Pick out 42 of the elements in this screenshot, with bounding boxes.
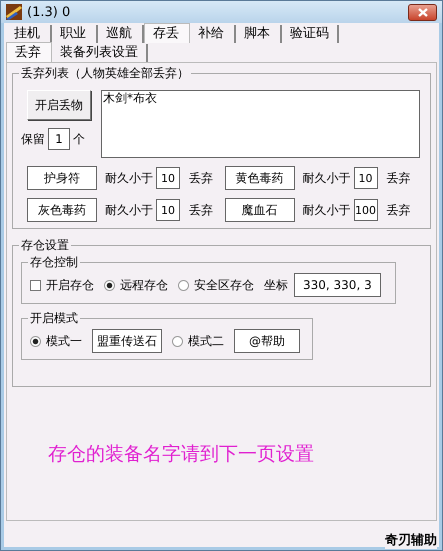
- radio-button[interactable]: 安全区存仓: [178, 276, 254, 294]
- app-icon: [6, 4, 22, 20]
- unit-label: 个: [73, 130, 85, 148]
- radio-button[interactable]: 模式一: [30, 332, 82, 350]
- condition-label: 耐久小于: [105, 170, 153, 186]
- threshold-field[interactable]: 10: [156, 199, 180, 221]
- toggle-button[interactable]: 开启丢物: [27, 90, 91, 120]
- tab[interactable]: 存丢: [144, 23, 190, 43]
- threshold-field[interactable]: 10: [156, 167, 180, 189]
- coord-field[interactable]: 330, 330, 3: [294, 273, 381, 297]
- checkbox[interactable]: 开启存仓: [30, 276, 94, 294]
- close-icon: [418, 8, 428, 16]
- keep-label: 保留: [21, 130, 45, 148]
- condition-label: 耐久小于: [105, 202, 153, 218]
- brand-label: 奇刃辅助: [385, 531, 437, 549]
- window-title: (1.3) 0: [27, 4, 70, 20]
- threshold-field[interactable]: 10: [354, 167, 378, 189]
- keep-field[interactable]: 1: [48, 128, 70, 150]
- item-field[interactable]: 灰色毒药: [27, 198, 97, 222]
- mode-field[interactable]: @帮助: [234, 329, 300, 353]
- radio-button[interactable]: 远程存仓: [104, 276, 168, 294]
- coord-label: 坐标: [264, 276, 288, 294]
- group-title: 存仓设置: [20, 237, 70, 254]
- close-button[interactable]: [408, 4, 437, 20]
- condition-label: 耐久小于: [302, 170, 350, 186]
- group-title: 开启模式: [29, 310, 79, 327]
- action-label: 丢弃: [386, 170, 410, 186]
- threshold-field[interactable]: 100: [354, 199, 378, 221]
- item-list-field[interactable]: 木剑*布衣: [101, 90, 420, 158]
- notice-text: 存仓的装备名字请到下一页设置: [48, 442, 315, 467]
- item-field[interactable]: 黄色毒药: [224, 166, 294, 190]
- mode-field[interactable]: 盟重传送石: [92, 329, 162, 353]
- action-label: 丢弃: [386, 202, 410, 218]
- condition-label: 耐久小于: [302, 202, 350, 218]
- item-field[interactable]: 护身符: [27, 166, 97, 190]
- group-title: 存仓控制: [29, 254, 79, 271]
- action-label: 丢弃: [189, 202, 213, 218]
- group-title: 丢弃列表（人物英雄全部丢弃）: [20, 65, 190, 82]
- action-label: 丢弃: [189, 170, 213, 186]
- radio-button[interactable]: 模式二: [172, 332, 224, 350]
- item-field[interactable]: 魔血石: [224, 198, 294, 222]
- tab[interactable]: 丢弃: [6, 42, 52, 62]
